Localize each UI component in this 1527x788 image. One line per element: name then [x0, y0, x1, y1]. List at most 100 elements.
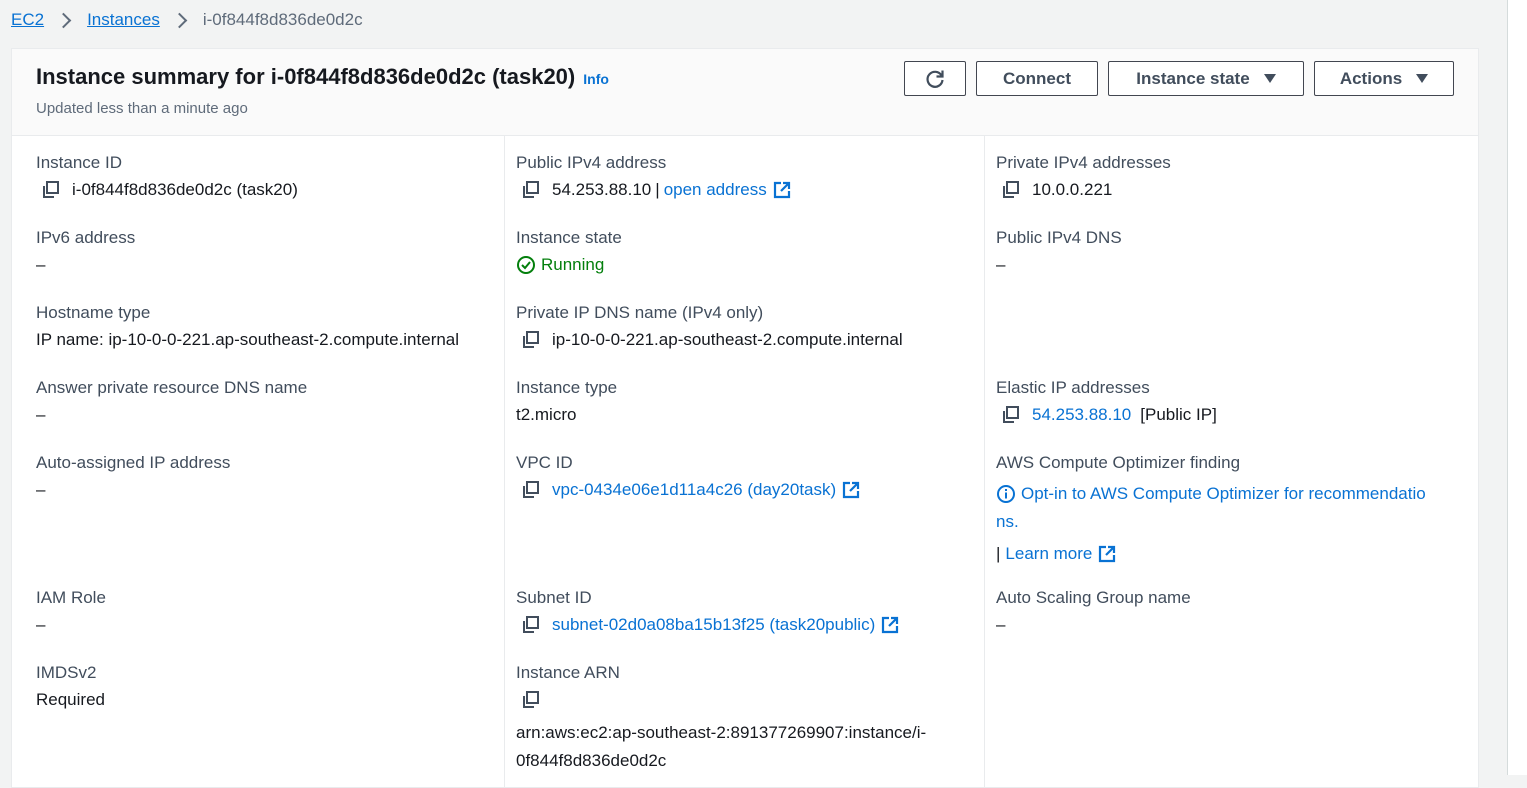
public-ipv4-value: 54.253.88.10	[552, 180, 652, 199]
breadcrumb-instances-link[interactable]: Instances	[87, 10, 160, 30]
field-label: Instance ID	[36, 153, 122, 172]
refresh-button[interactable]	[904, 61, 966, 96]
instance-id-value: i-0f844f8d836de0d2c (task20)	[72, 180, 298, 199]
elastic-ip-link[interactable]: 54.253.88.10	[1032, 405, 1131, 425]
success-status-icon	[517, 256, 535, 274]
field-label: VPC ID	[516, 453, 573, 472]
field-value: –	[36, 405, 46, 424]
field-label: Public IPv4 address	[516, 153, 667, 172]
field-private-ipv4: Private IPv4 addresses 10.0.0.221	[996, 153, 1171, 200]
learn-more-row: | Learn more	[996, 540, 1426, 568]
external-link-icon[interactable]	[773, 181, 791, 199]
field-label: IPv6 address	[36, 228, 136, 247]
instance-state-value: Running	[541, 255, 605, 274]
field-answer-dns: Answer private resource DNS name –	[36, 378, 307, 425]
copy-icon[interactable]	[520, 330, 542, 350]
field-label: Answer private resource DNS name	[36, 378, 308, 397]
page-title-text: Instance summary for i-0f844f8d836de0d2c…	[36, 64, 576, 89]
field-value: –	[36, 255, 46, 274]
chevron-right-icon	[55, 12, 72, 28]
copy-icon[interactable]	[520, 180, 542, 200]
field-instance-id: Instance ID i-0f844f8d836de0d2c (task20)	[36, 153, 298, 200]
private-ipv4-value: 10.0.0.221	[1032, 180, 1113, 199]
scrollbar[interactable]	[1507, 0, 1527, 775]
instance-state-dropdown[interactable]: Instance state	[1108, 61, 1304, 96]
page-title: Instance summary for i-0f844f8d836de0d2c…	[36, 64, 609, 90]
field-hostname-type: Hostname type IP name: ip-10-0-0-221.ap-…	[36, 303, 459, 350]
field-label: Elastic IP addresses	[996, 378, 1150, 397]
field-value: 10.0.0.221	[996, 180, 1171, 200]
vpc-id-link[interactable]: vpc-0434e06e1d11a4c26 (day20task)	[552, 480, 836, 500]
field-label: Hostname type	[36, 303, 151, 322]
instance-summary-panel: Instance summary for i-0f844f8d836de0d2c…	[11, 48, 1479, 788]
open-address-link[interactable]: open address	[664, 180, 767, 200]
field-instance-state: Instance state Running	[516, 228, 622, 275]
optimizer-optin-link[interactable]: Opt-in to AWS Compute Optimizer for reco…	[1021, 480, 1426, 508]
field-label: Instance state	[516, 228, 622, 247]
field-value: ip-10-0-0-221.ap-southeast-2.compute.int…	[516, 330, 903, 350]
field-label: IMDSv2	[36, 663, 97, 682]
private-dns-value: ip-10-0-0-221.ap-southeast-2.compute.int…	[552, 330, 903, 349]
field-value: 54.253.88.10 | open address	[516, 180, 791, 200]
field-subnet-id: Subnet ID subnet-02d0a08ba15b13f25 (task…	[516, 588, 899, 635]
chevron-right-icon	[171, 12, 188, 28]
breadcrumb-ec2-link[interactable]: EC2	[11, 10, 44, 30]
connect-button[interactable]: Connect	[976, 61, 1098, 96]
copy-icon[interactable]	[520, 690, 542, 710]
field-label: IAM Role	[36, 588, 106, 607]
separator: |	[655, 180, 660, 199]
field-instance-type: Instance type t2.micro	[516, 378, 617, 425]
field-label: Auto Scaling Group name	[996, 588, 1191, 607]
external-link-icon[interactable]	[842, 481, 860, 499]
instance-state-label: Instance state	[1136, 68, 1250, 88]
field-label: Private IP DNS name (IPv4 only)	[516, 303, 764, 322]
field-value: 54.253.88.10 [Public IP]	[996, 405, 1217, 425]
field-value	[516, 690, 926, 710]
actions-label: Actions	[1339, 68, 1403, 88]
field-public-dns: Public IPv4 DNS –	[996, 228, 1122, 275]
breadcrumb: EC2 Instances i-0f844f8d836de0d2c	[11, 7, 363, 33]
subnet-id-link[interactable]: subnet-02d0a08ba15b13f25 (task20public)	[552, 615, 875, 635]
field-elastic-ip: Elastic IP addresses 54.253.88.10 [Publi…	[996, 378, 1217, 425]
field-value: vpc-0434e06e1d11a4c26 (day20task)	[516, 480, 860, 500]
field-label: Subnet ID	[516, 588, 592, 607]
external-link-icon[interactable]	[881, 616, 899, 634]
field-value: i-0f844f8d836de0d2c (task20)	[36, 180, 298, 200]
info-link[interactable]: Info	[583, 71, 609, 87]
field-public-ipv4: Public IPv4 address 54.253.88.10 | open …	[516, 153, 791, 200]
field-imdsv2: IMDSv2 Required	[36, 663, 105, 710]
breadcrumb-current: i-0f844f8d836de0d2c	[202, 10, 363, 29]
instance-arn-value: arn:aws:ec2:ap-southeast-2:891377269907:…	[516, 719, 926, 775]
field-iam-role: IAM Role –	[36, 588, 106, 635]
elastic-ip-type: [Public IP]	[1140, 405, 1217, 424]
refresh-icon	[926, 70, 944, 88]
instance-arn-line: arn:aws:ec2:ap-southeast-2:891377269907:…	[516, 723, 927, 742]
field-value: t2.micro	[516, 405, 577, 424]
actions-dropdown[interactable]: Actions	[1314, 61, 1454, 96]
field-private-dns: Private IP DNS name (IPv4 only) ip-10-0-…	[516, 303, 903, 350]
copy-icon[interactable]	[1000, 405, 1022, 425]
field-value: Opt-in to AWS Compute Optimizer for reco…	[996, 480, 1426, 568]
field-ipv6: IPv6 address –	[36, 228, 135, 275]
copy-icon[interactable]	[520, 480, 542, 500]
copy-icon[interactable]	[40, 180, 62, 200]
field-label: Private IPv4 addresses	[996, 153, 1171, 172]
field-auto-scaling-group: Auto Scaling Group name –	[996, 588, 1191, 635]
field-vpc-id: VPC ID vpc-0434e06e1d11a4c26 (day20task)	[516, 453, 860, 500]
optimizer-optin-link-continued[interactable]: ns.	[996, 508, 1426, 536]
field-value: –	[996, 255, 1006, 274]
field-value: IP name: ip-10-0-0-221.ap-southeast-2.co…	[36, 330, 460, 349]
external-link-icon[interactable]	[1098, 545, 1116, 563]
field-label: AWS Compute Optimizer finding	[996, 453, 1241, 472]
field-value: Required	[36, 690, 105, 709]
caret-down-icon	[1263, 74, 1276, 83]
copy-icon[interactable]	[520, 615, 542, 635]
field-value: subnet-02d0a08ba15b13f25 (task20public)	[516, 615, 899, 635]
copy-icon[interactable]	[1000, 180, 1022, 200]
column-divider	[984, 135, 985, 787]
learn-more-link[interactable]: Learn more	[1005, 540, 1092, 568]
last-updated-text: Updated less than a minute ago	[36, 100, 248, 117]
field-compute-optimizer: AWS Compute Optimizer finding Opt-in to …	[996, 453, 1426, 568]
field-instance-arn: Instance ARN arn:aws:ec2:ap-southeast-2:…	[516, 663, 926, 775]
field-label: Public IPv4 DNS	[996, 228, 1122, 247]
